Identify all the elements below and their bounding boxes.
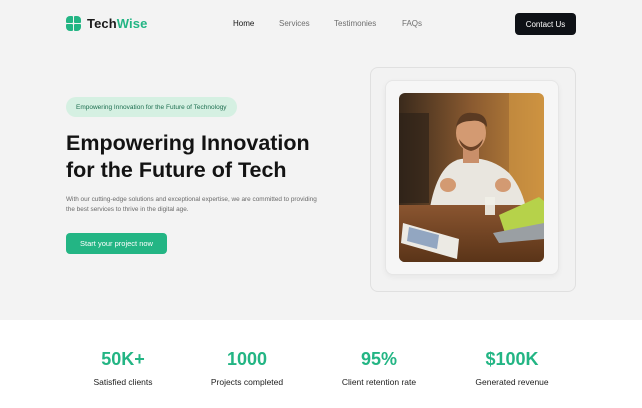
stat-generated-revenue: $100K Generated revenue (442, 348, 582, 387)
stat-value: 95% (360, 349, 398, 369)
stats-section: 50K+ Satisfied clients 1000 Projects com… (0, 320, 642, 408)
hero-photo (399, 93, 544, 262)
nav-item-services[interactable]: Services (279, 19, 310, 28)
contact-us-button[interactable]: Contact Us (515, 13, 576, 35)
hero-description: With our cutting-edge solutions and exce… (66, 196, 317, 213)
top-navigation: TechWise Home Services Testimonies FAQs … (0, 0, 642, 48)
start-project-button[interactable]: Start your project now (66, 233, 167, 254)
stat-label: Generated revenue (475, 377, 549, 387)
stat-value: 1000 (226, 349, 268, 369)
stat-label: Satisfied clients (93, 377, 153, 387)
headline-line-1: Empowering Innovation (66, 131, 310, 155)
nav-item-home[interactable]: Home (233, 19, 254, 28)
hero-headline: Empowering Innovation for the Future of … (66, 130, 336, 184)
stat-value: 50K+ (101, 349, 145, 369)
stat-satisfied-clients: 50K+ Satisfied clients (53, 348, 193, 387)
headline-line-2: for the Future of Tech (66, 158, 287, 182)
stat-projects-completed: 1000 Projects completed (177, 348, 317, 387)
stat-label: Projects completed (210, 377, 284, 387)
stat-client-retention: 95% Client retention rate (309, 348, 449, 387)
nav-item-testimonies[interactable]: Testimonies (334, 19, 376, 28)
brand-logo[interactable]: TechWise (66, 16, 147, 31)
hero-badge: Empowering Innovation for the Future of … (66, 97, 237, 117)
nav-item-faqs[interactable]: FAQs (402, 19, 422, 28)
stat-label: Client retention rate (341, 377, 417, 387)
stat-value: $100K (485, 349, 539, 369)
brand-name: TechWise (87, 16, 148, 31)
logo-icon (66, 16, 81, 31)
